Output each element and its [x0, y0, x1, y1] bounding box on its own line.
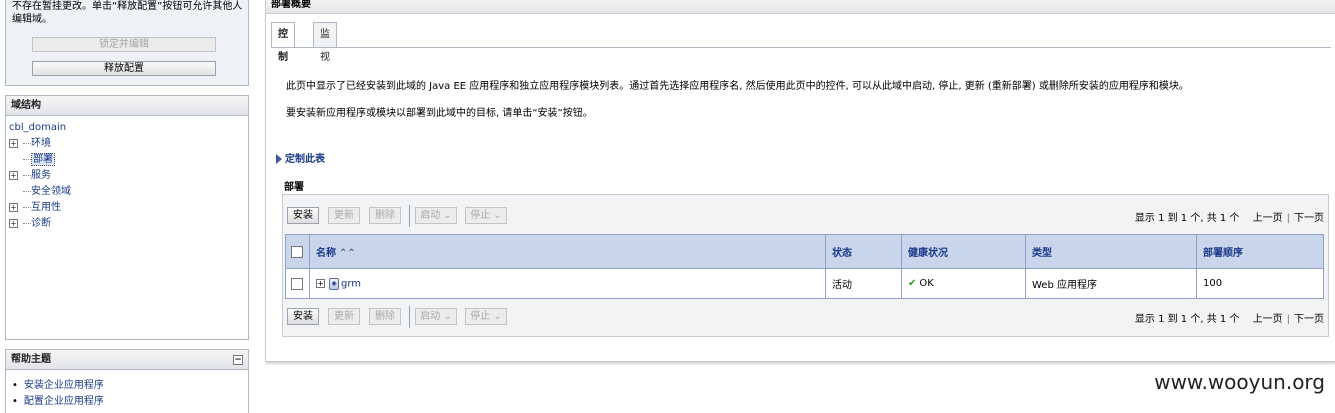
- deployments-table-panel: 安装 更新 删除 启动 ⌄ 停止 ⌄ 显示 1 到 1 个, 共 1 个 上一页…: [282, 194, 1329, 337]
- tree-item-services[interactable]: + 服务: [9, 168, 248, 184]
- tab-divider: [271, 47, 1331, 48]
- state-cell: 活动: [825, 268, 902, 299]
- intro-text: 此页中显示了已经安装到此域的 Java EE 应用程序和独立应用程序模块列表。通…: [286, 81, 1189, 92]
- tree-item-label[interactable]: 部署: [31, 153, 55, 166]
- deployments-summary: 部署概要 控制 监视 此页中显示了已经安装到此域的 Java EE 应用程序和独…: [265, 0, 1335, 362]
- expand-icon[interactable]: +: [9, 218, 18, 228]
- tree-item-label[interactable]: 互用性: [31, 202, 61, 213]
- pager-summary: 显示 1 到 1 个, 共 1 个: [1134, 213, 1240, 224]
- col-state[interactable]: 状态: [825, 234, 902, 269]
- help-link-configure[interactable]: 配置企业应用程序: [12, 394, 248, 410]
- health-cell: ✔ OK: [901, 268, 1026, 299]
- table-header-row: 名称 ⌃⌃ 状态 健康状况 类型 部署顺序: [285, 234, 1324, 269]
- expand-icon[interactable]: +: [316, 279, 325, 288]
- delete-button[interactable]: 删除: [369, 207, 401, 224]
- health-value: OK: [919, 278, 934, 289]
- stop-dropdown[interactable]: 停止 ⌄: [465, 207, 507, 224]
- domain-structure-title: 域结构: [6, 96, 248, 116]
- watermark: www.wooyun.org: [1154, 370, 1325, 394]
- update-button[interactable]: 更新: [328, 308, 360, 325]
- customize-table-link[interactable]: 定制此表: [276, 150, 325, 165]
- deployments-section-title: 部署: [284, 182, 304, 193]
- help-link-install[interactable]: 安装企业应用程序: [12, 378, 248, 394]
- update-button[interactable]: 更新: [328, 207, 360, 224]
- chevron-down-icon: ⌄: [443, 210, 452, 221]
- row-checkbox[interactable]: [291, 277, 303, 290]
- tree-item-label[interactable]: 服务: [31, 170, 51, 181]
- start-dropdown[interactable]: 启动 ⌄: [415, 308, 457, 325]
- start-label: 启动: [420, 311, 441, 322]
- pager-top: 显示 1 到 1 个, 共 1 个 上一页 | 下一页: [1134, 213, 1324, 224]
- col-type[interactable]: 类型: [1025, 234, 1197, 269]
- expand-triangle-icon: [276, 154, 282, 164]
- web-app-icon: ◉: [329, 277, 339, 290]
- help-topics-title: 帮助主题 −: [6, 350, 248, 370]
- admin-console: 不存在暂挂更改。单击“释放配置”按钮可允许其他人编辑域。 锁定并编辑 释放配置 …: [0, 0, 1335, 413]
- col-health[interactable]: 健康状况: [901, 234, 1026, 269]
- start-dropdown[interactable]: 启动 ⌄: [415, 207, 457, 224]
- tree-item-label[interactable]: 安全领域: [31, 186, 71, 197]
- lock-and-edit-button[interactable]: 锁定并编辑: [32, 37, 216, 52]
- table-row: + ◉ grm 活动 ✔ OK Web 应用程序 100: [285, 268, 1324, 299]
- install-button[interactable]: 安装: [287, 308, 319, 325]
- stop-dropdown[interactable]: 停止 ⌄: [465, 308, 507, 325]
- tree-root-label[interactable]: cbl_domain: [9, 122, 66, 133]
- row-select-cell: [285, 268, 310, 299]
- chevron-down-icon: ⌄: [493, 210, 502, 221]
- prev-page-link[interactable]: 上一页: [1253, 213, 1283, 224]
- deployments-table: 名称 ⌃⌃ 状态 健康状况 类型 部署顺序 + ◉ grm 活动 ✔ OK We…: [285, 234, 1324, 299]
- tree-item-deployments[interactable]: 部署: [9, 152, 248, 168]
- col-name-label[interactable]: 名称: [316, 248, 336, 259]
- install-hint-text: 要安装新应用程序或模块以部署到此域中的目标, 请单击“安装”按钮。: [286, 108, 593, 119]
- customize-table-label[interactable]: 定制此表: [285, 154, 325, 165]
- col-deploy-order[interactable]: 部署顺序: [1196, 234, 1324, 269]
- expand-icon[interactable]: +: [9, 202, 18, 212]
- tree-item-label[interactable]: 环境: [31, 138, 51, 149]
- col-name[interactable]: 名称 ⌃⌃: [309, 234, 826, 269]
- order-cell: 100: [1196, 268, 1324, 299]
- help-topics-title-text: 帮助主题: [11, 354, 51, 365]
- domain-tree: cbl_domain + 环境 部署 + 服务 安全领域 + 互用性 + 诊断: [6, 116, 248, 232]
- stop-label: 停止: [470, 311, 491, 322]
- pager-bottom: 显示 1 到 1 个, 共 1 个 上一页 | 下一页: [1134, 314, 1324, 325]
- start-label: 启动: [420, 210, 441, 221]
- tree-item-interoperability[interactable]: + 互用性: [9, 200, 248, 216]
- select-all-checkbox[interactable]: [291, 245, 303, 258]
- tab-monitoring[interactable]: 监视: [313, 22, 337, 63]
- pager-summary: 显示 1 到 1 个, 共 1 个: [1134, 314, 1240, 325]
- expand-icon[interactable]: +: [9, 138, 18, 148]
- expand-icon[interactable]: +: [9, 170, 18, 180]
- select-all-cell: [285, 234, 310, 269]
- tree-item-security-realms[interactable]: 安全领域: [9, 184, 248, 200]
- delete-button[interactable]: 删除: [369, 308, 401, 325]
- collapse-icon[interactable]: −: [233, 355, 243, 365]
- type-cell: Web 应用程序: [1025, 268, 1197, 299]
- help-topics-panel: 帮助主题 − 安装企业应用程序 配置企业应用程序: [5, 349, 249, 413]
- change-center-panel: 不存在暂挂更改。单击“释放配置”按钮可允许其他人编辑域。 锁定并编辑 释放配置: [5, 0, 249, 86]
- next-page-link[interactable]: 下一页: [1294, 213, 1324, 224]
- tree-item-diagnostics[interactable]: + 诊断: [9, 216, 248, 232]
- chevron-down-icon: ⌄: [443, 311, 452, 322]
- domain-structure-panel: 域结构 cbl_domain + 环境 部署 + 服务 安全领域 + 互用性 + 诊断: [5, 95, 249, 340]
- help-list: 安装企业应用程序 配置企业应用程序: [6, 370, 248, 410]
- tree-item-environment[interactable]: + 环境: [9, 136, 248, 152]
- app-name-link[interactable]: grm: [341, 278, 361, 289]
- tree-root[interactable]: cbl_domain: [9, 120, 248, 136]
- tab-control[interactable]: 控制: [271, 22, 295, 63]
- install-button[interactable]: 安装: [287, 207, 319, 224]
- prev-page-link[interactable]: 上一页: [1253, 314, 1283, 325]
- stop-label: 停止: [470, 210, 491, 221]
- next-page-link[interactable]: 下一页: [1294, 314, 1324, 325]
- page-title: 部署概要: [266, 0, 1335, 14]
- tree-item-label[interactable]: 诊断: [31, 218, 51, 229]
- sort-icon[interactable]: ⌃⌃: [339, 248, 356, 259]
- app-name-cell: + ◉ grm: [309, 268, 826, 299]
- release-configuration-button[interactable]: 释放配置: [32, 61, 216, 76]
- lock-notice: 不存在暂挂更改。单击“释放配置”按钮可允许其他人编辑域。: [12, 1, 243, 25]
- check-icon: ✔: [908, 278, 917, 289]
- chevron-down-icon: ⌄: [493, 311, 502, 322]
